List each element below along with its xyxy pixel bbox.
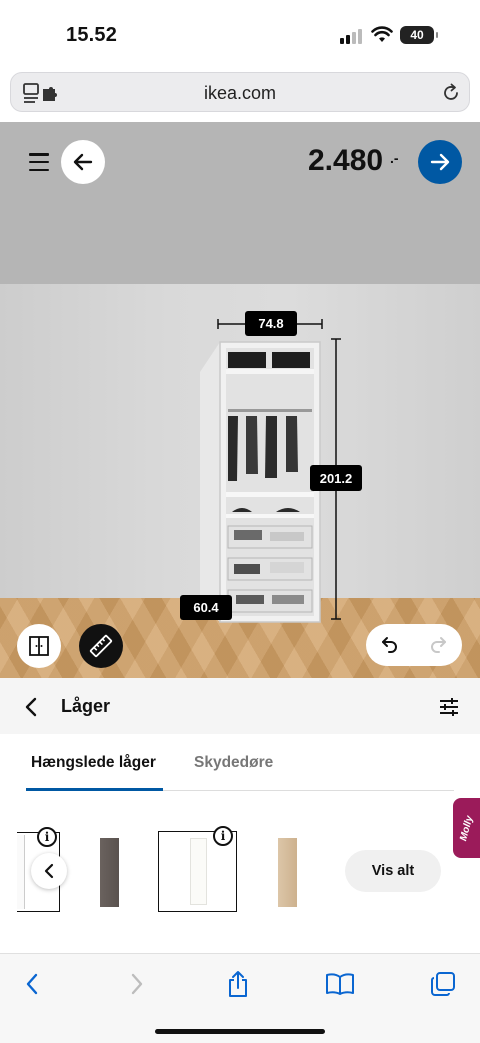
chevron-left-icon	[26, 973, 38, 995]
width-dimension-label: 74.8	[245, 311, 297, 336]
wifi-icon	[371, 26, 393, 42]
arrow-left-icon	[73, 153, 93, 171]
undo-button[interactable]	[366, 624, 414, 666]
redo-icon	[431, 637, 446, 653]
home-indicator	[155, 1029, 325, 1034]
active-tab-indicator	[26, 788, 163, 791]
share-icon	[229, 971, 247, 997]
planner-3d-view[interactable]: 74.8 201.2 60.4 2.480 .-	[0, 122, 480, 678]
status-bar: 15.52 40	[0, 0, 480, 70]
back-button[interactable]	[61, 140, 105, 184]
assistant-tab[interactable]: Molly	[453, 798, 480, 858]
info-icon[interactable]: i	[37, 827, 57, 847]
price-suffix: .-	[390, 150, 399, 166]
arrow-right-icon	[430, 153, 450, 171]
filter-button[interactable]	[436, 694, 462, 720]
filter-sliders-icon	[440, 698, 458, 716]
chevron-left-icon	[44, 863, 54, 879]
door-option-dark-grey[interactable]	[100, 838, 119, 907]
tab-hinged-doors[interactable]: Hængslede låger	[31, 754, 156, 772]
redo-button[interactable]	[414, 624, 462, 666]
url-text[interactable]: ikea.com	[11, 83, 469, 104]
book-icon	[326, 973, 354, 995]
carousel-prev-button[interactable]	[31, 853, 67, 889]
see-all-button[interactable]: Vis alt	[345, 850, 441, 892]
chevron-right-icon	[131, 973, 143, 995]
door-swatch-white	[190, 838, 207, 905]
total-price: 2.480	[308, 144, 384, 177]
next-button[interactable]	[418, 140, 462, 184]
battery-indicator: 40	[400, 26, 438, 44]
browser-toolbar	[0, 953, 480, 1043]
panel-back-button[interactable]	[18, 694, 44, 720]
panel-header: Låger	[0, 678, 480, 734]
doors-panel: Låger Hængslede låger Skydedøre i i Vis …	[0, 678, 480, 953]
reload-icon[interactable]	[441, 83, 461, 103]
depth-dimension-label: 60.4	[180, 595, 232, 620]
menu-button[interactable]	[22, 150, 56, 174]
tabs-button[interactable]	[427, 968, 459, 1000]
assistant-label: Molly	[457, 814, 476, 842]
address-bar[interactable]: ikea.com	[10, 72, 470, 112]
undo-icon	[382, 637, 397, 653]
hamburger-icon	[29, 153, 49, 156]
tabs-icon	[431, 972, 455, 996]
height-dimension-label: 201.2	[310, 465, 362, 491]
browser-forward-button[interactable]	[121, 968, 153, 1000]
wardrobe-doors-icon	[29, 636, 49, 656]
tab-sliding-doors[interactable]: Skydedøre	[194, 754, 273, 772]
info-icon[interactable]: i	[213, 826, 233, 846]
status-clock: 15.52	[66, 24, 118, 46]
share-button[interactable]	[222, 968, 254, 1000]
door-option-light-oak[interactable]	[278, 838, 297, 907]
toggle-doors-button[interactable]	[17, 624, 61, 668]
ruler-icon	[89, 634, 113, 658]
cellular-signal-icon	[340, 29, 362, 44]
panel-title: Låger	[61, 696, 111, 716]
undo-redo-group	[366, 624, 462, 666]
chevron-left-icon	[25, 697, 37, 717]
browser-back-button[interactable]	[16, 968, 48, 1000]
bookmarks-button[interactable]	[324, 968, 356, 1000]
door-swatch-white	[17, 835, 25, 909]
measurements-toggle-button[interactable]	[79, 624, 123, 668]
